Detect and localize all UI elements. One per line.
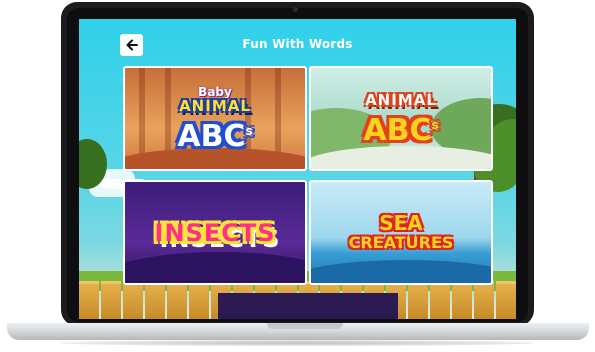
camera bbox=[293, 7, 298, 12]
logo-line1: INSECTS bbox=[154, 218, 276, 247]
category-card-animal-abcs[interactable]: ANIMAL ABCs bbox=[309, 66, 493, 171]
lid-notch bbox=[267, 323, 343, 329]
category-card-insects[interactable]: INSECTS bbox=[123, 180, 307, 285]
category-logo: Baby ANIMAL ABCs bbox=[125, 68, 305, 169]
category-logo: ANIMAL ABCs bbox=[311, 68, 491, 169]
logo-line1: SEA bbox=[379, 210, 423, 235]
laptop-base bbox=[7, 323, 589, 340]
logo-line1: ANIMAL bbox=[179, 96, 251, 115]
category-logo: INSECTS bbox=[125, 182, 305, 283]
logo-line1: ANIMAL bbox=[365, 90, 437, 109]
logo-line2: ABCs bbox=[177, 118, 253, 154]
logo-line2: CREATURES bbox=[348, 232, 454, 252]
app-screen: Fun With Words Baby ANIMAL ABCs ANIMAL A… bbox=[79, 19, 516, 319]
category-card-baby-animal-abcs[interactable]: Baby ANIMAL ABCs bbox=[123, 66, 307, 171]
logo-line2: ABCs bbox=[363, 112, 439, 148]
category-card-sea-creatures[interactable]: SEA CREATURES bbox=[309, 180, 493, 285]
bottom-bar bbox=[218, 293, 398, 319]
category-logo: SEA CREATURES bbox=[311, 182, 491, 283]
base-shadow bbox=[60, 340, 536, 346]
page-title: Fun With Words bbox=[242, 37, 353, 51]
